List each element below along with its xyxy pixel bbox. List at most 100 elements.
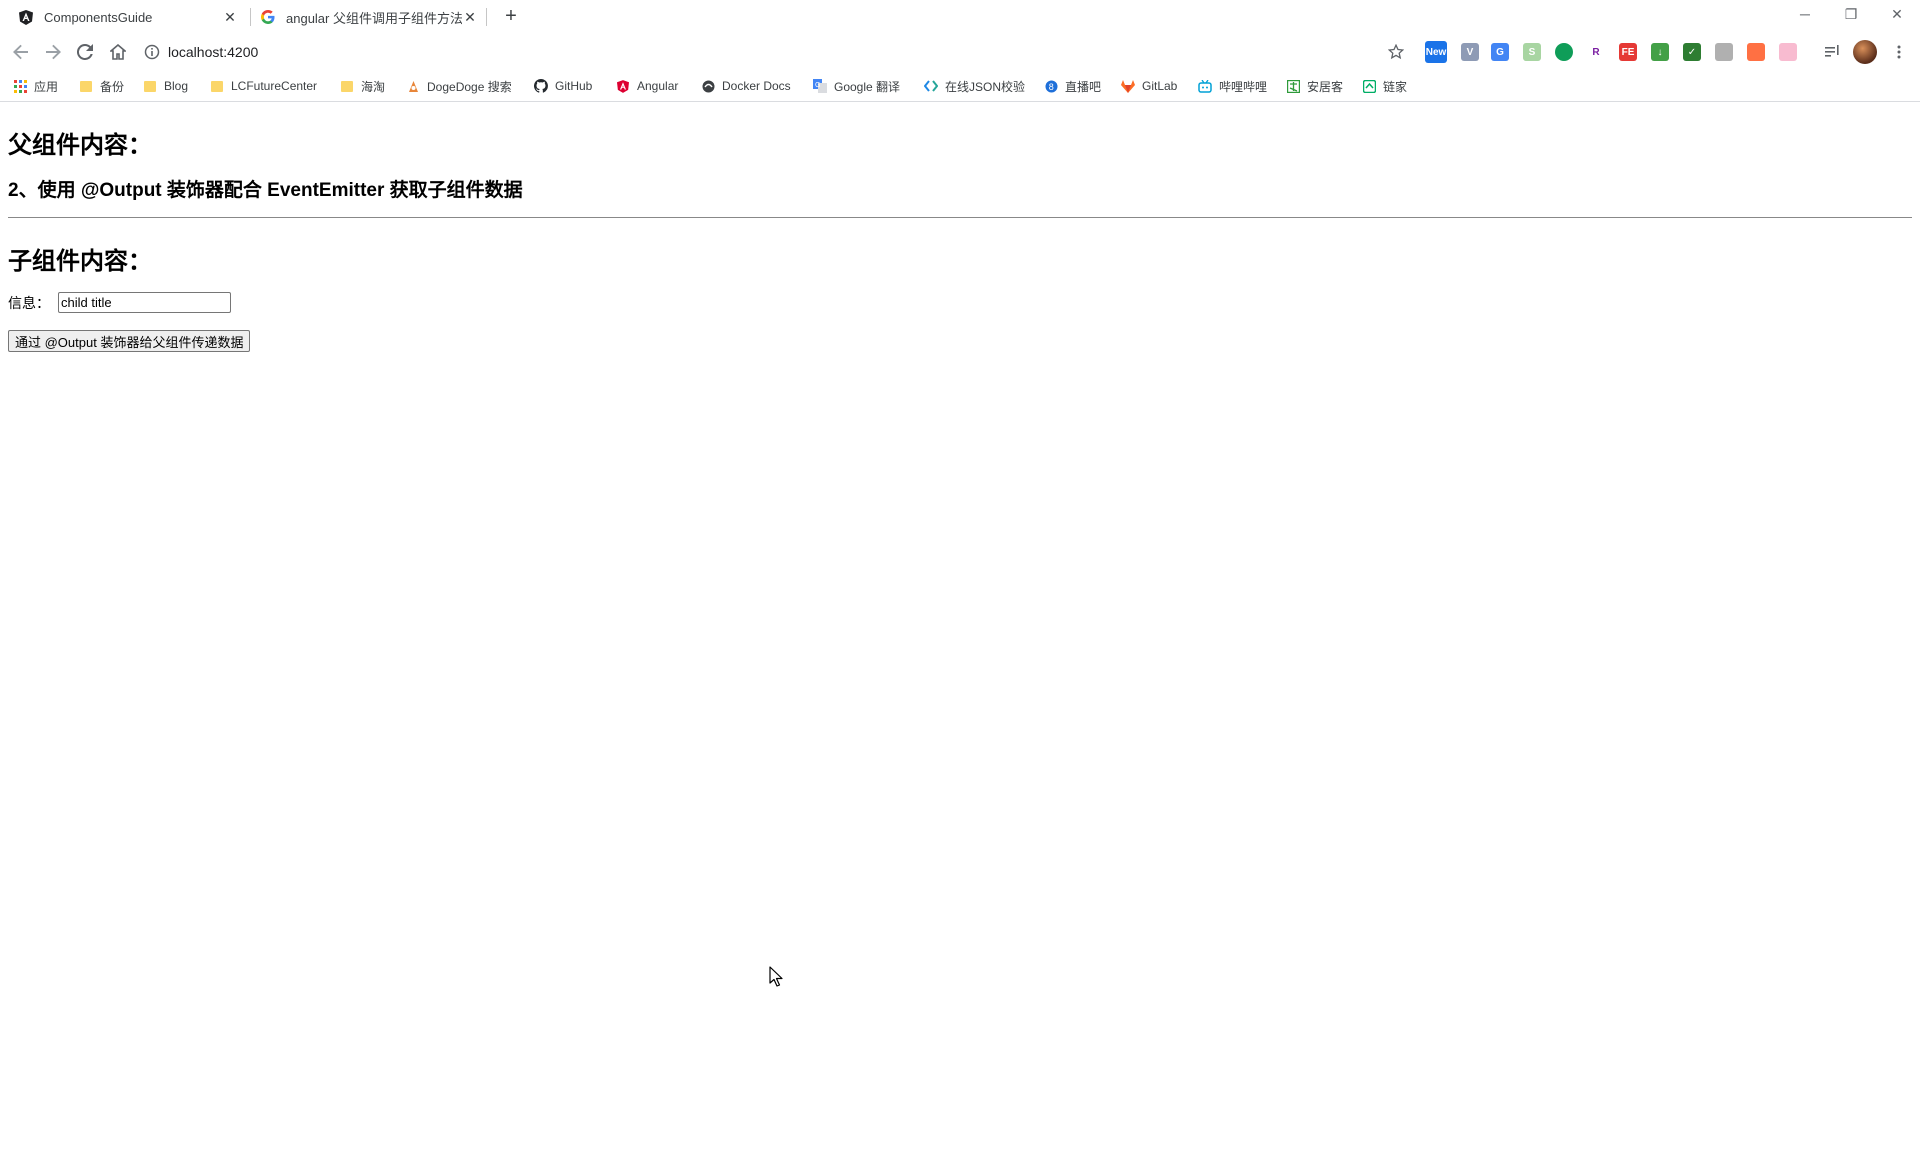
shield-icon[interactable]: ✓	[1683, 43, 1701, 61]
menu-button[interactable]	[1887, 40, 1911, 64]
star-icon	[1388, 44, 1404, 60]
bookmark-label: 在线JSON校验	[945, 79, 1026, 94]
lianjia-icon	[1362, 79, 1376, 93]
bookmark-google-translate[interactable]: G Google 翻译	[813, 78, 900, 94]
bookmark-label: 哔哩哔哩	[1219, 79, 1268, 94]
bookmark-label: 海淘	[361, 79, 386, 94]
gitlab-icon	[1121, 79, 1135, 93]
vue-devtools-icon[interactable]: V	[1461, 43, 1479, 61]
tab-title: ComponentsGuide	[44, 9, 153, 25]
extension-icon[interactable]	[1779, 43, 1797, 61]
docker-icon	[701, 79, 715, 93]
bookmark-gitlab[interactable]: GitLab	[1121, 78, 1177, 94]
folder-icon	[340, 79, 354, 93]
more-vert-icon	[1897, 45, 1901, 59]
new-tab-button[interactable]: +	[500, 6, 522, 28]
parent-subheading: 2、使用 @Output 装饰器配合 EventEmitter 获取子组件数据	[8, 180, 523, 201]
bookmark-label: Blog	[164, 79, 189, 93]
bookmark-label: Google 翻译	[834, 79, 901, 94]
bookmark-zhibo8[interactable]: 8 直播吧	[1044, 78, 1101, 94]
bookmark-label: Angular	[637, 79, 679, 93]
arrow-left-icon	[13, 44, 28, 60]
info-row: 信息：	[8, 292, 231, 313]
r-extension-icon[interactable]: R	[1587, 43, 1605, 61]
google-translate-icon: G	[813, 79, 827, 93]
tab-strip: ComponentsGuide ✕ angular 父组件调用子组件方法（ ✕ …	[0, 0, 1920, 34]
extension-icon[interactable]	[1715, 43, 1733, 61]
bookmark-angular[interactable]: Angular	[616, 78, 678, 94]
bookmark-anjuke[interactable]: 安居客	[1286, 78, 1343, 94]
back-button[interactable]	[9, 40, 33, 64]
svg-text:8: 8	[1048, 82, 1053, 92]
bookmark-folder-haitao[interactable]: 海淘	[340, 78, 385, 94]
bookmark-github[interactable]: GitHub	[534, 78, 592, 94]
svg-text:G: G	[815, 82, 820, 89]
bookmark-json-validator[interactable]: 在线JSON校验	[924, 78, 1025, 94]
close-window-button[interactable]: ✕	[1882, 4, 1912, 26]
reading-list-icon	[1825, 45, 1839, 57]
bookmark-label: 安居客	[1307, 79, 1344, 94]
address-bar[interactable]: localhost:4200	[144, 39, 1404, 65]
news-extension-icon[interactable]: New	[1425, 41, 1447, 63]
avatar[interactable]	[1853, 40, 1877, 64]
child-heading: 子组件内容：	[8, 248, 152, 275]
bookmark-label: 链家	[1383, 79, 1408, 94]
bookmark-star-button[interactable]	[1384, 40, 1408, 64]
bookmark-docker-docs[interactable]: Docker Docs	[701, 78, 791, 94]
bookmark-folder-lcfuturecenter[interactable]: LCFutureCenter	[210, 78, 317, 94]
tab-componentsguide[interactable]: ComponentsGuide ✕	[18, 0, 238, 34]
folder-icon	[79, 79, 93, 93]
bookmark-apps[interactable]: 应用	[13, 78, 58, 94]
extension-icon[interactable]	[1747, 43, 1765, 61]
emit-to-parent-button[interactable]: 通过 @Output 装饰器给父组件传递数据	[8, 330, 251, 352]
folder-icon	[143, 79, 157, 93]
restore-button[interactable]: ❐	[1836, 4, 1866, 26]
fe-helper-icon[interactable]: FE	[1619, 43, 1637, 61]
tab-angular-search[interactable]: angular 父组件调用子组件方法（ ✕	[260, 0, 478, 34]
anjuke-icon	[1286, 79, 1300, 93]
translate-extension-icon[interactable]: G	[1491, 43, 1509, 61]
extension-icon[interactable]: S	[1523, 43, 1541, 61]
info-input[interactable]	[58, 292, 231, 313]
bookmark-folder-backup[interactable]: 备份	[79, 78, 124, 94]
bookmark-label: Docker Docs	[722, 79, 791, 93]
angular-icon	[18, 9, 34, 25]
bookmark-lianjia[interactable]: 链家	[1362, 78, 1407, 94]
bookmark-label: GitLab	[1142, 79, 1178, 93]
github-icon	[534, 79, 548, 93]
tab-separator	[486, 8, 487, 26]
page-content: 父组件内容： 2、使用 @Output 装饰器配合 EventEmitter 获…	[0, 103, 1920, 1160]
close-icon[interactable]: ✕	[222, 9, 238, 25]
minimize-button[interactable]: ─	[1790, 4, 1820, 26]
bilibili-icon	[1198, 79, 1212, 93]
download-extension-icon[interactable]: ↓	[1651, 43, 1669, 61]
tab-title: angular 父组件调用子组件方法（	[286, 10, 462, 26]
bookmark-dogedoge[interactable]: DogeDoge 搜索	[406, 78, 512, 94]
bookmarks-bar: 应用 备份 Blog LCFutureCenter 海淘 DogeDoge 搜索…	[0, 70, 1920, 102]
parent-heading: 父组件内容：	[8, 132, 152, 159]
folder-icon	[210, 79, 224, 93]
bookmark-label: GitHub	[555, 79, 593, 93]
bookmark-label: 直播吧	[1065, 79, 1102, 94]
info-icon	[144, 44, 160, 60]
json-icon	[924, 79, 938, 93]
bookmark-bilibili[interactable]: 哔哩哔哩	[1198, 78, 1267, 94]
home-button[interactable]	[106, 40, 130, 64]
evernote-extension-icon[interactable]	[1555, 43, 1573, 61]
url-text: localhost:4200	[168, 44, 259, 60]
bookmark-folder-blog[interactable]: Blog	[143, 78, 188, 94]
reading-list-button[interactable]	[1821, 40, 1845, 64]
forward-button[interactable]	[41, 40, 65, 64]
tab-separator	[250, 8, 251, 26]
zhibo8-icon: 8	[1044, 79, 1058, 93]
mouse-cursor-icon	[769, 966, 783, 987]
bookmark-label: 应用	[34, 79, 59, 94]
bookmark-label: DogeDoge 搜索	[427, 79, 512, 94]
browser-toolbar: localhost:4200 New V G S R FE ↓ ✓	[0, 34, 1920, 70]
angular-icon	[616, 79, 630, 93]
info-label: 信息：	[8, 294, 50, 311]
reload-button[interactable]	[73, 40, 97, 64]
arrow-right-icon	[46, 44, 61, 60]
close-icon[interactable]: ✕	[462, 9, 478, 25]
bookmark-label: LCFutureCenter	[231, 79, 318, 93]
